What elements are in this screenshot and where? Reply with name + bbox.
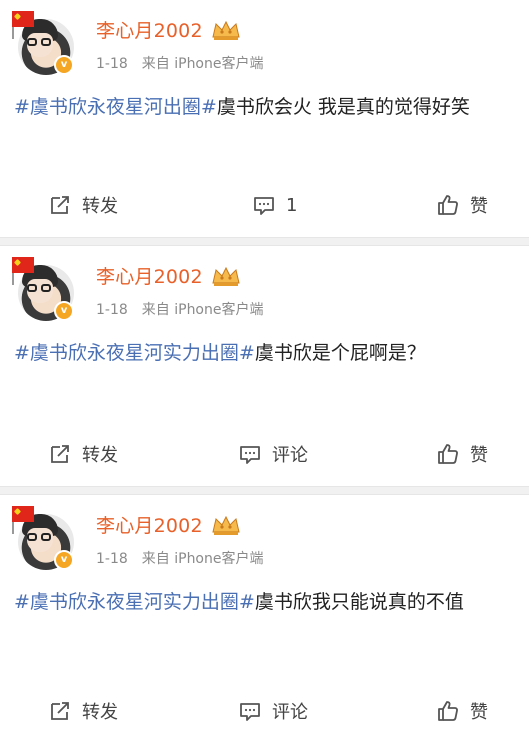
- comment-button[interactable]: 评论: [238, 698, 308, 724]
- share-label: 转发: [82, 702, 118, 723]
- post-text: 虞书欣我只能说真的不值: [254, 591, 464, 613]
- comment-button[interactable]: 评论: [238, 441, 308, 467]
- post-date: 1-18: [96, 302, 128, 318]
- post-date: 1-18: [96, 551, 128, 567]
- comment-count: 1: [286, 194, 298, 216]
- post-content: #虞书欣永夜星河实力出圈#虞书欣是个屁啊是？: [14, 336, 514, 371]
- post-actions: 转发 评论 赞: [0, 691, 529, 731]
- avatar-glasses: [27, 533, 53, 541]
- post-actions: 转发 评论 赞: [0, 434, 529, 474]
- thumbs-up-icon: [438, 195, 458, 215]
- like-button[interactable]: 赞: [436, 192, 488, 218]
- comment-label: 评论: [272, 702, 308, 723]
- share-icon: [51, 702, 69, 720]
- comment-icon: [240, 446, 260, 464]
- avatar[interactable]: v: [12, 506, 76, 570]
- topic-tag[interactable]: #虞书欣永夜星河实力出圈#: [14, 342, 255, 364]
- flag-icon: [12, 257, 34, 273]
- post-source: 来自 iPhone客户端: [141, 302, 264, 318]
- share-icon: [51, 445, 69, 463]
- post-text: 虞书欣会火 我是真的觉得好笑: [216, 96, 470, 118]
- crown-badge-icon: [211, 514, 241, 536]
- post-divider: [0, 486, 529, 495]
- post-card: v 李心月2002 1-18 来自 iPhone客户端 #虞书欣永夜星河实力出圈#…: [0, 495, 529, 733]
- post-content: #虞书欣永夜星河出圈#虞书欣会火 我是真的觉得好笑: [14, 90, 514, 125]
- comment-icon: [240, 703, 260, 721]
- comment-label: 评论: [272, 445, 308, 466]
- avatar-glasses: [27, 38, 53, 46]
- username-row[interactable]: 李心月2002: [96, 511, 241, 538]
- username-row[interactable]: 李心月2002: [96, 262, 241, 289]
- share-label: 转发: [82, 445, 118, 466]
- share-icon: [51, 196, 69, 214]
- thumbs-up-icon: [438, 444, 458, 464]
- avatar-glasses: [27, 284, 53, 292]
- weibo-feed: v 李心月2002 1-18 来自 iPhone客户端 #虞书欣永夜星河出圈#虞书…: [0, 0, 529, 733]
- post-meta: 1-18 来自 iPhone客户端: [96, 53, 264, 73]
- username[interactable]: 李心月2002: [96, 511, 203, 538]
- username-row[interactable]: 李心月2002: [96, 16, 241, 43]
- crown-badge-icon: [211, 19, 241, 41]
- share-button[interactable]: 转发: [48, 698, 118, 724]
- post-divider: [0, 237, 529, 246]
- verified-badge-icon: v: [54, 550, 74, 570]
- avatar[interactable]: v: [12, 11, 76, 75]
- post-meta: 1-18 来自 iPhone客户端: [96, 548, 264, 568]
- share-button[interactable]: 转发: [48, 192, 118, 218]
- like-label: 赞: [470, 196, 488, 217]
- like-label: 赞: [470, 445, 488, 466]
- like-button[interactable]: 赞: [436, 698, 488, 724]
- post-source: 来自 iPhone客户端: [141, 56, 264, 72]
- post-content: #虞书欣永夜星河实力出圈#虞书欣我只能说真的不值: [14, 585, 514, 620]
- post-source: 来自 iPhone客户端: [141, 551, 264, 567]
- post-card: v 李心月2002 1-18 来自 iPhone客户端 #虞书欣永夜星河出圈#虞书…: [0, 0, 529, 237]
- topic-tag[interactable]: #虞书欣永夜星河出圈#: [14, 96, 217, 118]
- crown-badge-icon: [211, 265, 241, 287]
- username[interactable]: 李心月2002: [96, 16, 203, 43]
- topic-tag[interactable]: #虞书欣永夜星河实力出圈#: [14, 591, 255, 613]
- share-button[interactable]: 转发: [48, 441, 118, 467]
- post-card: v 李心月2002 1-18 来自 iPhone客户端 #虞书欣永夜星河实力出圈#…: [0, 246, 529, 486]
- avatar[interactable]: v: [12, 257, 76, 321]
- share-label: 转发: [82, 196, 118, 217]
- post-actions: 转发 1 赞: [0, 185, 529, 225]
- post-text: 虞书欣是个屁啊是？: [254, 342, 426, 364]
- post-date: 1-18: [96, 56, 128, 72]
- verified-badge-icon: v: [54, 55, 74, 75]
- comment-button[interactable]: 1: [252, 193, 297, 217]
- verified-badge-icon: v: [54, 301, 74, 321]
- like-label: 赞: [470, 702, 488, 723]
- username[interactable]: 李心月2002: [96, 262, 203, 289]
- thumbs-up-icon: [438, 701, 458, 721]
- like-button[interactable]: 赞: [436, 441, 488, 467]
- flag-icon: [12, 506, 34, 522]
- comment-icon: [254, 197, 274, 215]
- post-meta: 1-18 来自 iPhone客户端: [96, 299, 264, 319]
- flag-icon: [12, 11, 34, 27]
